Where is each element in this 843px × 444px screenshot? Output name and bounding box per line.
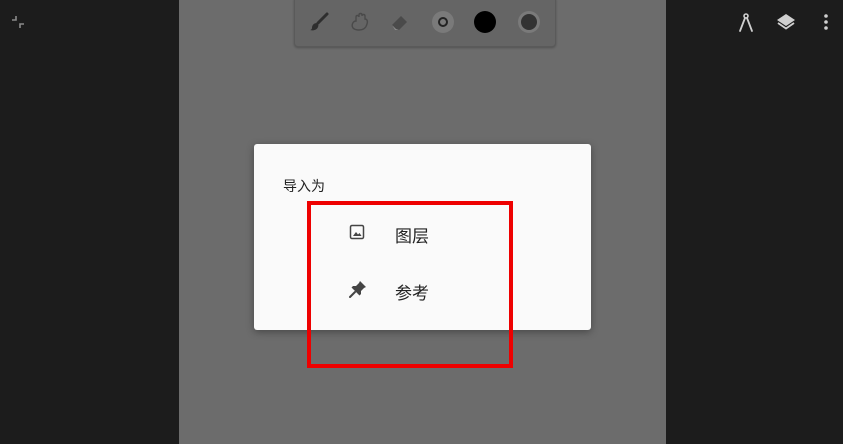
smudge-icon[interactable] (349, 11, 371, 33)
brush-icon[interactable] (308, 11, 330, 33)
opacity-icon[interactable] (517, 10, 541, 34)
eraser-icon[interactable] (389, 11, 411, 33)
tool-bar (294, 0, 556, 47)
ruler-icon[interactable] (737, 13, 755, 33)
app-screen: 导入为 图层 参考 (0, 0, 843, 444)
highlight-box (307, 201, 513, 368)
layers-icon[interactable] (776, 12, 796, 32)
more-vert-icon[interactable] (822, 13, 830, 31)
brush-size-icon[interactable] (431, 10, 455, 34)
fullscreen-exit-icon[interactable] (11, 15, 25, 29)
color-swatch[interactable] (473, 10, 497, 34)
dialog-title: 导入为 (283, 179, 325, 195)
